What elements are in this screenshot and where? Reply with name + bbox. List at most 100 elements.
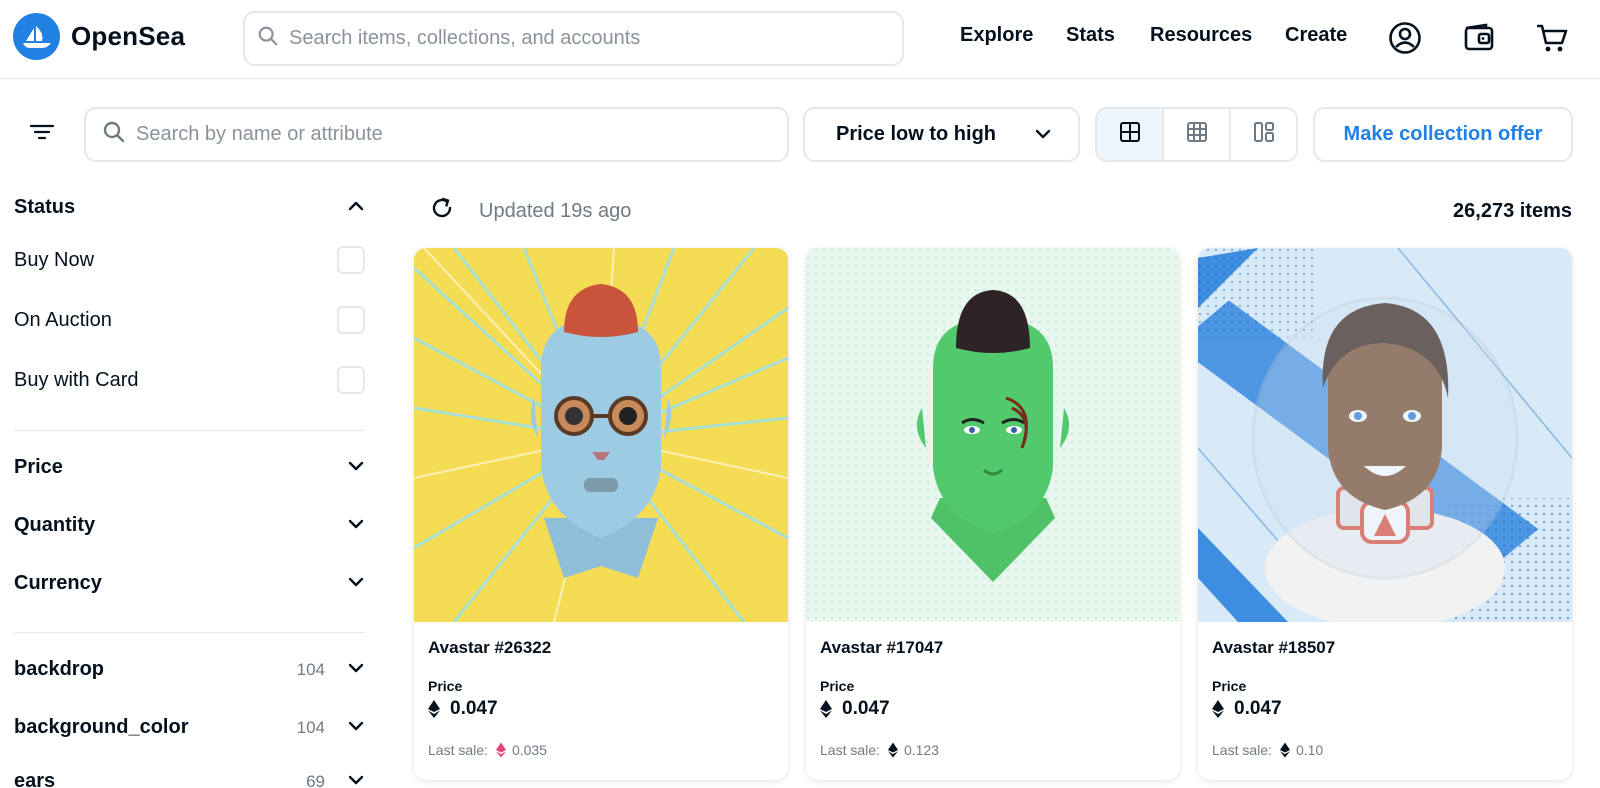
last-sale-label: Last sale: [428,742,488,758]
chevron-down-icon [347,719,365,737]
buy-now-checkbox[interactable] [337,246,365,274]
trait-ears-header[interactable]: ears 69 [14,770,365,788]
trait-backdrop-header[interactable]: backdrop 104 [14,658,365,681]
on-auction-checkbox[interactable] [337,306,365,334]
nft-price: 0.047 [820,698,890,720]
price-value: 0.047 [1234,698,1282,719]
section-label: Quantity [14,514,96,536]
mosaic-icon [1253,121,1275,148]
updated-timestamp: Updated 19s ago [479,200,632,222]
brand[interactable]: OpenSea [13,13,185,60]
section-label: Currency [14,572,102,594]
price-label: Price [428,678,463,694]
collection-search-input[interactable] [136,123,787,146]
trait-count: 69 [306,771,325,788]
sidebar-divider [14,430,365,431]
eth-icon [887,742,898,758]
chevron-down-icon [347,773,365,788]
price-label: Price [1212,678,1247,694]
status-option-buy-now[interactable]: Buy Now [14,246,365,274]
trait-label: ears [14,770,56,788]
collection-search[interactable] [84,107,789,162]
price-section-header[interactable]: Price [14,456,365,479]
last-sale-label: Last sale: [820,742,880,758]
refresh-icon [430,196,454,225]
make-collection-offer-button[interactable]: Make collection offer [1313,107,1573,162]
opensea-logo-icon [13,13,60,60]
nft-card[interactable]: Avastar #26322 Price 0.047 Last sale: 0.… [414,248,788,780]
item-count: 26,273 items [1453,200,1572,222]
last-sale-value: 0.10 [1295,742,1324,758]
status-option-on-auction[interactable]: On Auction [14,306,365,334]
refresh-button[interactable] [428,196,456,224]
trait-count: 104 [296,659,325,679]
price-value: 0.047 [842,698,890,719]
nav-stats[interactable]: Stats [1066,24,1115,47]
price-value: 0.047 [450,698,498,719]
status-option-buy-with-card[interactable]: Buy with Card [14,366,365,394]
nav-create[interactable]: Create [1285,24,1347,47]
view-toggle [1095,107,1298,162]
large-grid-view-button[interactable] [1097,109,1162,160]
status-option-label: Buy with Card [14,368,139,391]
price-label: Price [820,678,855,694]
filter-icon [29,123,55,146]
nft-price: 0.047 [428,698,498,720]
status-title: Status [14,196,76,218]
trait-label: backdrop [14,658,105,680]
currency-section-header[interactable]: Currency [14,572,365,595]
chevron-down-icon [347,459,365,477]
chevron-down-icon [347,517,365,535]
eth-icon [428,700,440,718]
nft-card[interactable]: Avastar #17047 Price 0.047 Last sale: 0.… [806,248,1180,780]
chevron-down-icon [347,661,365,679]
mosaic-view-button[interactable] [1229,109,1296,160]
wallet-icon[interactable] [1461,20,1497,56]
trait-count: 104 [296,717,325,737]
cart-icon[interactable] [1534,20,1570,56]
eth-icon [820,700,832,718]
eth-icon [1279,742,1290,758]
weth-icon [495,742,506,758]
nft-image [806,248,1180,622]
chevron-down-icon [1034,123,1052,146]
nft-name: Avastar #26322 [428,638,552,657]
profile-icon[interactable] [1387,20,1423,56]
eth-icon [1212,700,1224,718]
nft-card[interactable]: Avastar #18507 Price 0.047 Last sale: 0.… [1198,248,1572,780]
search-icon [257,25,279,52]
last-sale-value: 0.123 [903,742,939,758]
global-search[interactable] [243,11,904,66]
nft-price: 0.047 [1212,698,1282,720]
chevron-down-icon [347,575,365,593]
quantity-section-header[interactable]: Quantity [14,514,365,537]
status-option-label: Buy Now [14,248,95,271]
nft-image [414,248,788,622]
last-sale: Last sale: 0.123 [820,742,939,758]
nav-resources[interactable]: Resources [1150,24,1252,47]
brand-name: OpenSea [71,21,186,51]
search-icon [102,120,126,149]
small-grid-view-button[interactable] [1162,109,1229,160]
sidebar-divider [14,632,365,633]
status-option-label: On Auction [14,308,112,331]
filter-toggle-button[interactable] [24,118,60,150]
section-label: Price [14,456,63,478]
nft-name: Avastar #17047 [820,638,944,657]
nav-explore[interactable]: Explore [960,24,1033,47]
last-sale-label: Last sale: [1212,742,1272,758]
last-sale: Last sale: 0.10 [1212,742,1323,758]
buy-with-card-checkbox[interactable] [337,366,365,394]
top-navigation-bar: OpenSea Explore Stats Resources Create [0,0,1600,79]
nft-name: Avastar #18507 [1212,638,1336,657]
nft-image [1198,248,1572,622]
trait-label: background_color [14,716,189,738]
sort-label: Price low to high [836,123,997,145]
small-grid-icon [1186,121,1208,148]
chevron-up-icon [347,199,365,217]
last-sale: Last sale: 0.035 [428,742,547,758]
trait-background-color-header[interactable]: background_color 104 [14,716,365,739]
status-section-header[interactable]: Status [14,196,365,219]
global-search-input[interactable] [289,27,902,50]
sort-dropdown[interactable]: Price low to high [803,107,1080,162]
